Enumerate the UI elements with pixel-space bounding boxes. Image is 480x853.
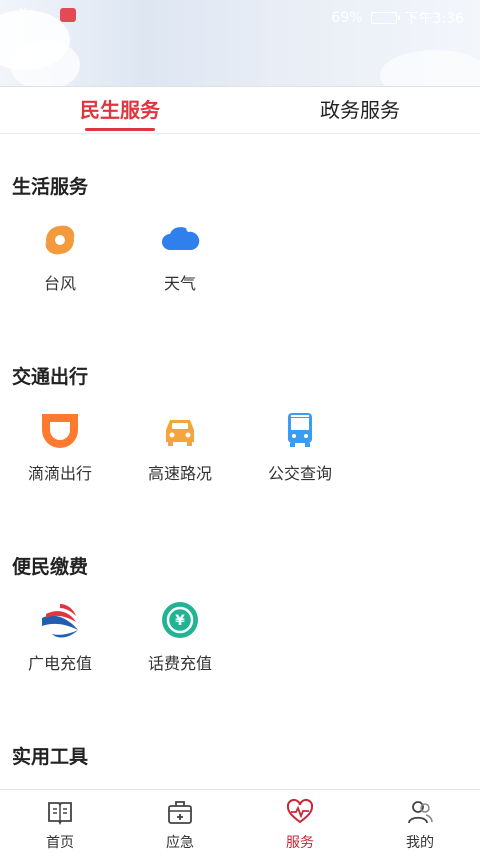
app-notification-icon	[60, 8, 76, 22]
service-phone-recharge[interactable]: ¥ 话费充值	[120, 600, 240, 674]
broadcast-logo-icon	[42, 604, 78, 638]
weather-cloud-icon	[162, 227, 200, 250]
section-title: 便民缴费	[12, 556, 89, 578]
service-didi[interactable]: 滴滴出行	[0, 410, 120, 484]
item-label: 公交查询	[267, 464, 332, 483]
section-title: 交通出行	[12, 366, 89, 388]
yuan-recharge-icon: ¥	[162, 602, 198, 638]
typhoon-icon	[45, 225, 75, 255]
tab-government-services[interactable]: 政务服务	[240, 87, 480, 133]
svg-text:¥: ¥	[175, 613, 185, 629]
service-typhoon[interactable]: 台风	[0, 220, 120, 294]
book-icon	[48, 802, 72, 826]
section-title: 实用工具	[12, 746, 89, 768]
tab-livelihood-services[interactable]: 民生服务	[0, 87, 240, 133]
item-label: 广电充值	[27, 654, 92, 673]
item-label: 台风	[43, 274, 76, 293]
background-flower	[380, 50, 480, 86]
nav-label: 我的	[406, 835, 434, 851]
status-bar: × 69% 下午3:36	[0, 0, 480, 86]
service-tabs: 民生服务 政务服务	[0, 86, 480, 134]
background-flower	[10, 40, 80, 86]
status-indicators: 69% 下午3:36	[331, 8, 464, 28]
service-bus[interactable]: 公交查询	[240, 410, 360, 484]
heart-pulse-icon	[286, 798, 314, 824]
battery-percent: 69%	[331, 10, 363, 26]
nav-services[interactable]: 服务	[240, 790, 360, 853]
nav-label: 应急	[166, 835, 194, 851]
nav-emergency[interactable]: 应急	[120, 790, 240, 853]
item-label: 滴滴出行	[27, 464, 92, 483]
service-broadcast-recharge[interactable]: 广电充值	[0, 600, 120, 674]
first-aid-kit-icon	[168, 801, 192, 824]
nav-profile[interactable]: 我的	[360, 790, 480, 853]
nav-label: 服务	[286, 835, 314, 851]
services-content: 生活服务 台风 天气 交通出行 滴滴出行 高速路况 公交查询 便民缴费 广电充值…	[0, 134, 480, 789]
didi-icon	[42, 414, 78, 448]
item-label: 话费充值	[147, 654, 212, 673]
section-title: 生活服务	[12, 176, 89, 198]
bottom-navigation: 首页 应急 服务 我的	[0, 789, 480, 853]
bus-icon	[288, 413, 312, 447]
close-icon: ×	[18, 4, 29, 18]
service-highway[interactable]: 高速路况	[120, 410, 240, 484]
car-icon	[166, 420, 194, 446]
item-label: 高速路况	[147, 464, 212, 483]
user-icon	[408, 801, 433, 824]
battery-icon	[370, 12, 400, 24]
nav-home[interactable]: 首页	[0, 790, 120, 853]
clock: 下午3:36	[404, 11, 464, 27]
nav-label: 首页	[46, 835, 74, 851]
item-label: 天气	[163, 274, 196, 293]
service-weather[interactable]: 天气	[120, 220, 240, 294]
